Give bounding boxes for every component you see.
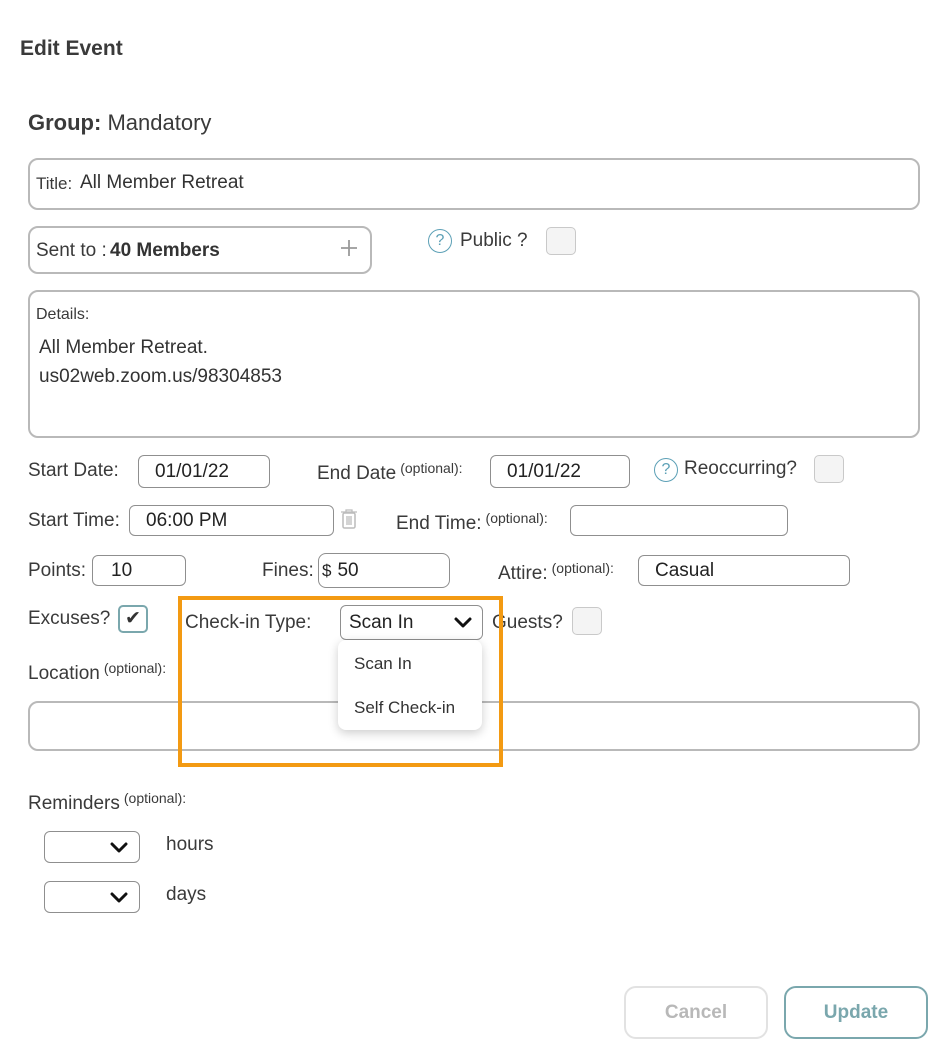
excuses-label: Excuses? <box>28 608 111 629</box>
attire-label-text: Attire: <box>498 563 548 584</box>
end-time-label: End Time: (optional): <box>396 510 548 535</box>
location-label-text: Location <box>28 663 100 684</box>
update-button[interactable]: Update <box>784 986 928 1039</box>
highlight-box <box>178 596 503 767</box>
attire-input[interactable]: Casual <box>638 555 850 586</box>
cancel-button[interactable]: Cancel <box>624 986 768 1039</box>
end-date-input[interactable]: 01/01/22 <box>490 455 630 488</box>
start-date-input[interactable]: 01/01/22 <box>138 455 270 488</box>
chevron-down-icon <box>109 841 129 860</box>
reminders-optional: (optional): <box>123 790 187 806</box>
hours-label: hours <box>166 834 214 855</box>
location-optional: (optional): <box>103 660 167 676</box>
question-circle-icon[interactable]: ? <box>428 229 452 253</box>
start-date-label: Start Date: <box>28 460 119 481</box>
fines-label: Fines: <box>262 560 314 581</box>
public-checkbox[interactable] <box>546 227 576 255</box>
reoccurring-label: Reoccurring? <box>684 458 797 479</box>
group-row: Group: Mandatory <box>28 110 211 136</box>
reminder-days-select[interactable] <box>44 881 140 913</box>
location-label: Location (optional): <box>28 660 166 685</box>
group-value: Mandatory <box>107 110 212 135</box>
reminders-label-text: Reminders <box>28 793 120 814</box>
points-label: Points: <box>28 560 87 581</box>
currency-symbol: $ <box>322 560 332 580</box>
attire-optional: (optional): <box>551 560 614 576</box>
title-label: Title: <box>36 174 73 193</box>
end-date-label: End Date (optional): <box>317 460 463 485</box>
details-label: Details: <box>36 306 90 323</box>
details-line-1: All Member Retreat. <box>39 337 208 358</box>
trash-icon[interactable] <box>340 508 358 530</box>
sent-to-field[interactable]: Sent to : 40 Members <box>28 226 372 274</box>
end-date-label-text: End Date <box>317 463 397 484</box>
title-value: All Member Retreat <box>80 172 244 193</box>
sent-to-label: Sent to : <box>36 240 107 261</box>
points-input[interactable]: 10 <box>92 555 186 586</box>
end-time-label-text: End Time: <box>396 513 482 534</box>
details-line-2: us02web.zoom.us/98304853 <box>39 366 282 387</box>
reminder-hours-select[interactable] <box>44 831 140 863</box>
title-field[interactable]: Title: All Member Retreat <box>28 158 920 210</box>
attire-label: Attire: (optional): <box>498 560 614 585</box>
days-label: days <box>166 884 207 905</box>
details-field[interactable]: Details: All Member Retreat. us02web.zoo… <box>28 290 920 438</box>
end-date-optional: (optional): <box>400 460 463 476</box>
start-time-input[interactable]: 06:00 PM <box>129 505 334 536</box>
end-time-optional: (optional): <box>485 510 548 526</box>
end-time-input[interactable] <box>570 505 788 536</box>
reminders-label: Reminders (optional): <box>28 790 186 815</box>
reoccurring-help-icon[interactable]: ? <box>654 458 678 482</box>
public-label: Public ? <box>460 230 528 251</box>
guests-checkbox[interactable] <box>572 607 602 635</box>
chevron-down-icon <box>109 891 129 910</box>
group-label: Group: <box>28 110 102 135</box>
reoccurring-checkbox[interactable] <box>814 455 844 483</box>
page-title: Edit Event <box>20 37 123 60</box>
fines-value: 50 <box>337 559 359 581</box>
sent-to-value: 40 Members <box>110 240 220 261</box>
start-time-label: Start Time: <box>28 510 120 531</box>
excuses-checkbox[interactable]: ✔ <box>118 605 148 633</box>
fines-input[interactable]: $ 50 <box>318 553 450 588</box>
plus-icon[interactable] <box>338 237 360 259</box>
